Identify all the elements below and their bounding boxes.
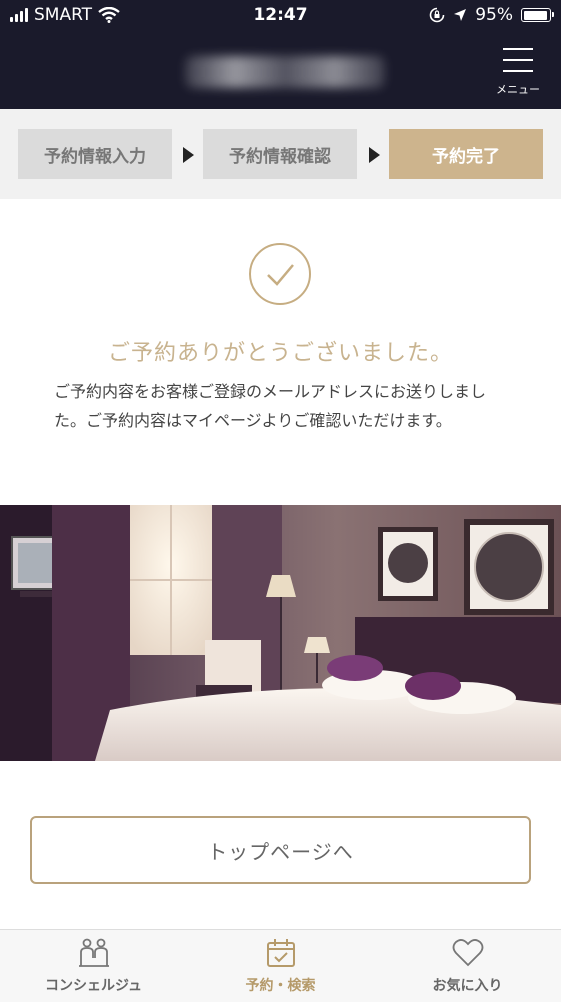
orientation-lock-icon [429,7,445,23]
tab-favorites-label: お気に入り [432,978,503,994]
status-right: 95% [429,5,554,25]
heart-icon [374,938,561,968]
hotel-room-image [0,505,561,761]
step-confirm: 予約情報確認 [203,129,357,179]
step-arrow-icon [369,147,380,163]
tab-concierge-label: コンシェルジュ [44,978,143,994]
battery-percent: 95% [475,5,513,25]
battery-icon [521,8,554,22]
main-content: ご予約ありがとうございました。 ご予約内容をお客様ご登録のメールアドレスにお送り… [0,199,561,929]
step-arrow-icon [183,147,194,163]
step-complete: 予約完了 [389,129,543,179]
location-icon [454,9,467,21]
battery-fill [523,10,548,20]
top-page-button[interactable]: トップページへ [30,816,531,884]
step-input: 予約情報入力 [18,129,172,179]
hotel-logo [185,56,385,88]
check-icon [249,243,311,305]
hamburger-icon [503,48,533,81]
thanks-heading: ご予約ありがとうございました。 [107,341,453,366]
tab-reservation-search-label: 予約・検索 [245,978,316,994]
calendar-check-icon [187,938,374,968]
confirmation-message: ご予約内容をお客様ご登録のメールアドレスにお送りしました。ご予約内容はマイページ… [54,382,487,430]
concierge-icon [0,938,187,968]
progress-steps: 予約情報入力 予約情報確認 予約完了 [0,109,561,199]
menu-button[interactable]: メニュー [489,48,547,100]
status-bar: SMART 12:47 95% [0,0,561,32]
menu-label: メニュー [496,83,540,96]
bottom-tab-bar: コンシェルジュ 予約・検索 お気に入り [0,929,561,1002]
tab-reservation-search[interactable]: 予約・検索 [187,930,374,1002]
tab-favorites[interactable]: お気に入り [374,930,561,1002]
tab-concierge[interactable]: コンシェルジュ [0,930,187,1002]
app-header: メニュー [0,32,561,109]
